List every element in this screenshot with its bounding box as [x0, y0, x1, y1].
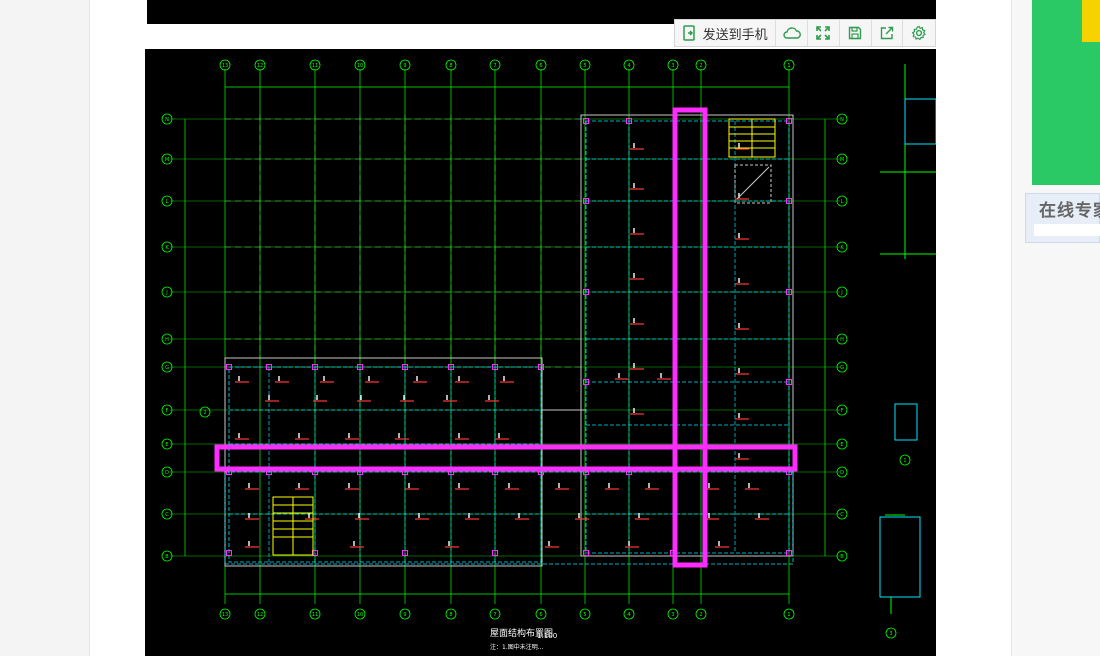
share-button[interactable] [872, 20, 904, 46]
left-axis-bubble-label: L [166, 199, 169, 205]
expert-online-text: 在线专家 [1039, 201, 1100, 220]
cloud-save-button[interactable] [776, 20, 809, 46]
structural-plan-drawing: 1313121211111010998877665544332211NMLKJH… [161, 59, 936, 651]
fullscreen-icon [816, 26, 831, 40]
top-axis-bubble-label: 12 [257, 63, 263, 69]
axis-bubbles: 1313121211111010998877665544332211NMLKJH… [161, 59, 911, 639]
bottom-axis-bubble-label: 8 [449, 612, 452, 618]
top-axis-bubble-label: 2 [699, 63, 702, 69]
right-axis-bubble-label: B [840, 554, 844, 560]
left-gutter [0, 0, 89, 656]
top-axis-bubble-label: 1 [787, 63, 790, 69]
top-axis-bubble-label: 5 [583, 63, 586, 69]
right-axis-bubble-label: J [840, 290, 842, 296]
left-axis-bubble-label: J [165, 290, 167, 296]
detail-bubble-2-label: 2 [203, 410, 206, 416]
stair-top [728, 118, 776, 204]
top-axis-bubble-label: 9 [403, 63, 406, 69]
drawing-labels: 屋面结构布置图 1:100 注：1.图中未注明... [490, 627, 557, 651]
page-toolbar: 发送到手机 [674, 19, 936, 47]
building-outline [224, 114, 794, 567]
left-axis-bubble-label: E [165, 442, 168, 448]
top-axis-bubble-label: 4 [627, 63, 630, 69]
bottom-axis-bubble-label: 7 [493, 612, 496, 618]
bottom-axis-bubble-label: 4 [627, 612, 630, 618]
drawing-scale: 1:100 [537, 632, 557, 640]
bottom-axis-bubble-label: 12 [257, 612, 263, 618]
settings-button[interactable] [903, 20, 935, 46]
save-button[interactable] [840, 20, 872, 46]
detail-sections [879, 64, 936, 614]
bottom-axis-bubble-label: 1 [787, 612, 790, 618]
top-axis-bubble-label: 6 [539, 63, 542, 69]
detail-bubble-3-label: 3 [889, 631, 892, 637]
top-axis-bubble-label: 7 [493, 63, 496, 69]
bottom-axis-bubble-label: 2 [699, 612, 702, 618]
stair-bottom [272, 496, 314, 556]
bottom-axis-bubble-label: 5 [583, 612, 586, 618]
save-icon [848, 26, 862, 40]
ad-banner-accent [1082, 0, 1100, 42]
top-axis-bubble-label: 11 [312, 63, 318, 69]
right-axis-bubble-label: L [841, 199, 844, 205]
right-axis-bubble-label: M [840, 157, 844, 163]
expert-online-input [1034, 224, 1100, 236]
fullscreen-button[interactable] [808, 20, 840, 46]
bottom-axis-bubble-label: 11 [312, 612, 318, 618]
highlight-vertical [672, 107, 708, 568]
drawing-note: 注：1.图中未注明... [490, 643, 544, 651]
cloud-icon [783, 26, 801, 40]
right-axis-bubble-label: C [840, 512, 844, 518]
settings-icon [911, 25, 927, 41]
left-axis-bubble-label: D [165, 470, 169, 476]
right-axis-bubble-label: E [840, 442, 843, 448]
left-axis-bubble-label: H [165, 337, 169, 343]
send-to-phone-button[interactable]: 发送到手机 [675, 20, 777, 46]
top-axis-bubble-label: 8 [449, 63, 452, 69]
right-axis-bubble-label: F [841, 408, 844, 414]
left-axis-bubble-label: K [165, 245, 169, 251]
bottom-axis-bubble-label: 13 [222, 612, 228, 618]
left-axis-bubble-label: B [165, 554, 169, 560]
send-phone-icon [682, 25, 697, 41]
left-axis-bubble-label: C [165, 512, 169, 518]
top-axis-bubble-label: 10 [357, 63, 363, 69]
detail-bubble-1-label: 1 [903, 458, 906, 464]
bottom-axis-bubble-label: 6 [539, 612, 542, 618]
bottom-axis-bubble-label: 9 [403, 612, 406, 618]
cad-drawing-page: 13 13 12 12 11 11 10 10 9 9 8 8 7 7 6 6 5 5 4 4 3 3 2 2 1 1 N M L K J H… [145, 49, 936, 656]
left-axis-bubble-label: N [165, 117, 169, 123]
top-axis-bubble-label: 13 [222, 63, 228, 69]
right-axis-bubble-label: D [840, 470, 844, 476]
send-to-phone-label: 发送到手机 [702, 26, 768, 42]
right-axis-bubble-label: K [840, 245, 844, 251]
bottom-axis-bubble-label: 10 [357, 612, 363, 618]
bottom-axis-bubble-label: 3 [671, 612, 674, 618]
share-icon [880, 26, 894, 40]
left-axis-bubble-label: G [165, 365, 169, 371]
highlight-horizontal [214, 444, 798, 472]
left-axis-bubble-label: M [165, 157, 169, 163]
left-axis-bubble-label: F [166, 408, 169, 414]
right-axis-bubble-label: H [840, 337, 844, 343]
right-axis-bubble-label: N [840, 117, 844, 123]
right-axis-bubble-label: G [840, 365, 844, 371]
top-axis-bubble-label: 3 [671, 63, 674, 69]
